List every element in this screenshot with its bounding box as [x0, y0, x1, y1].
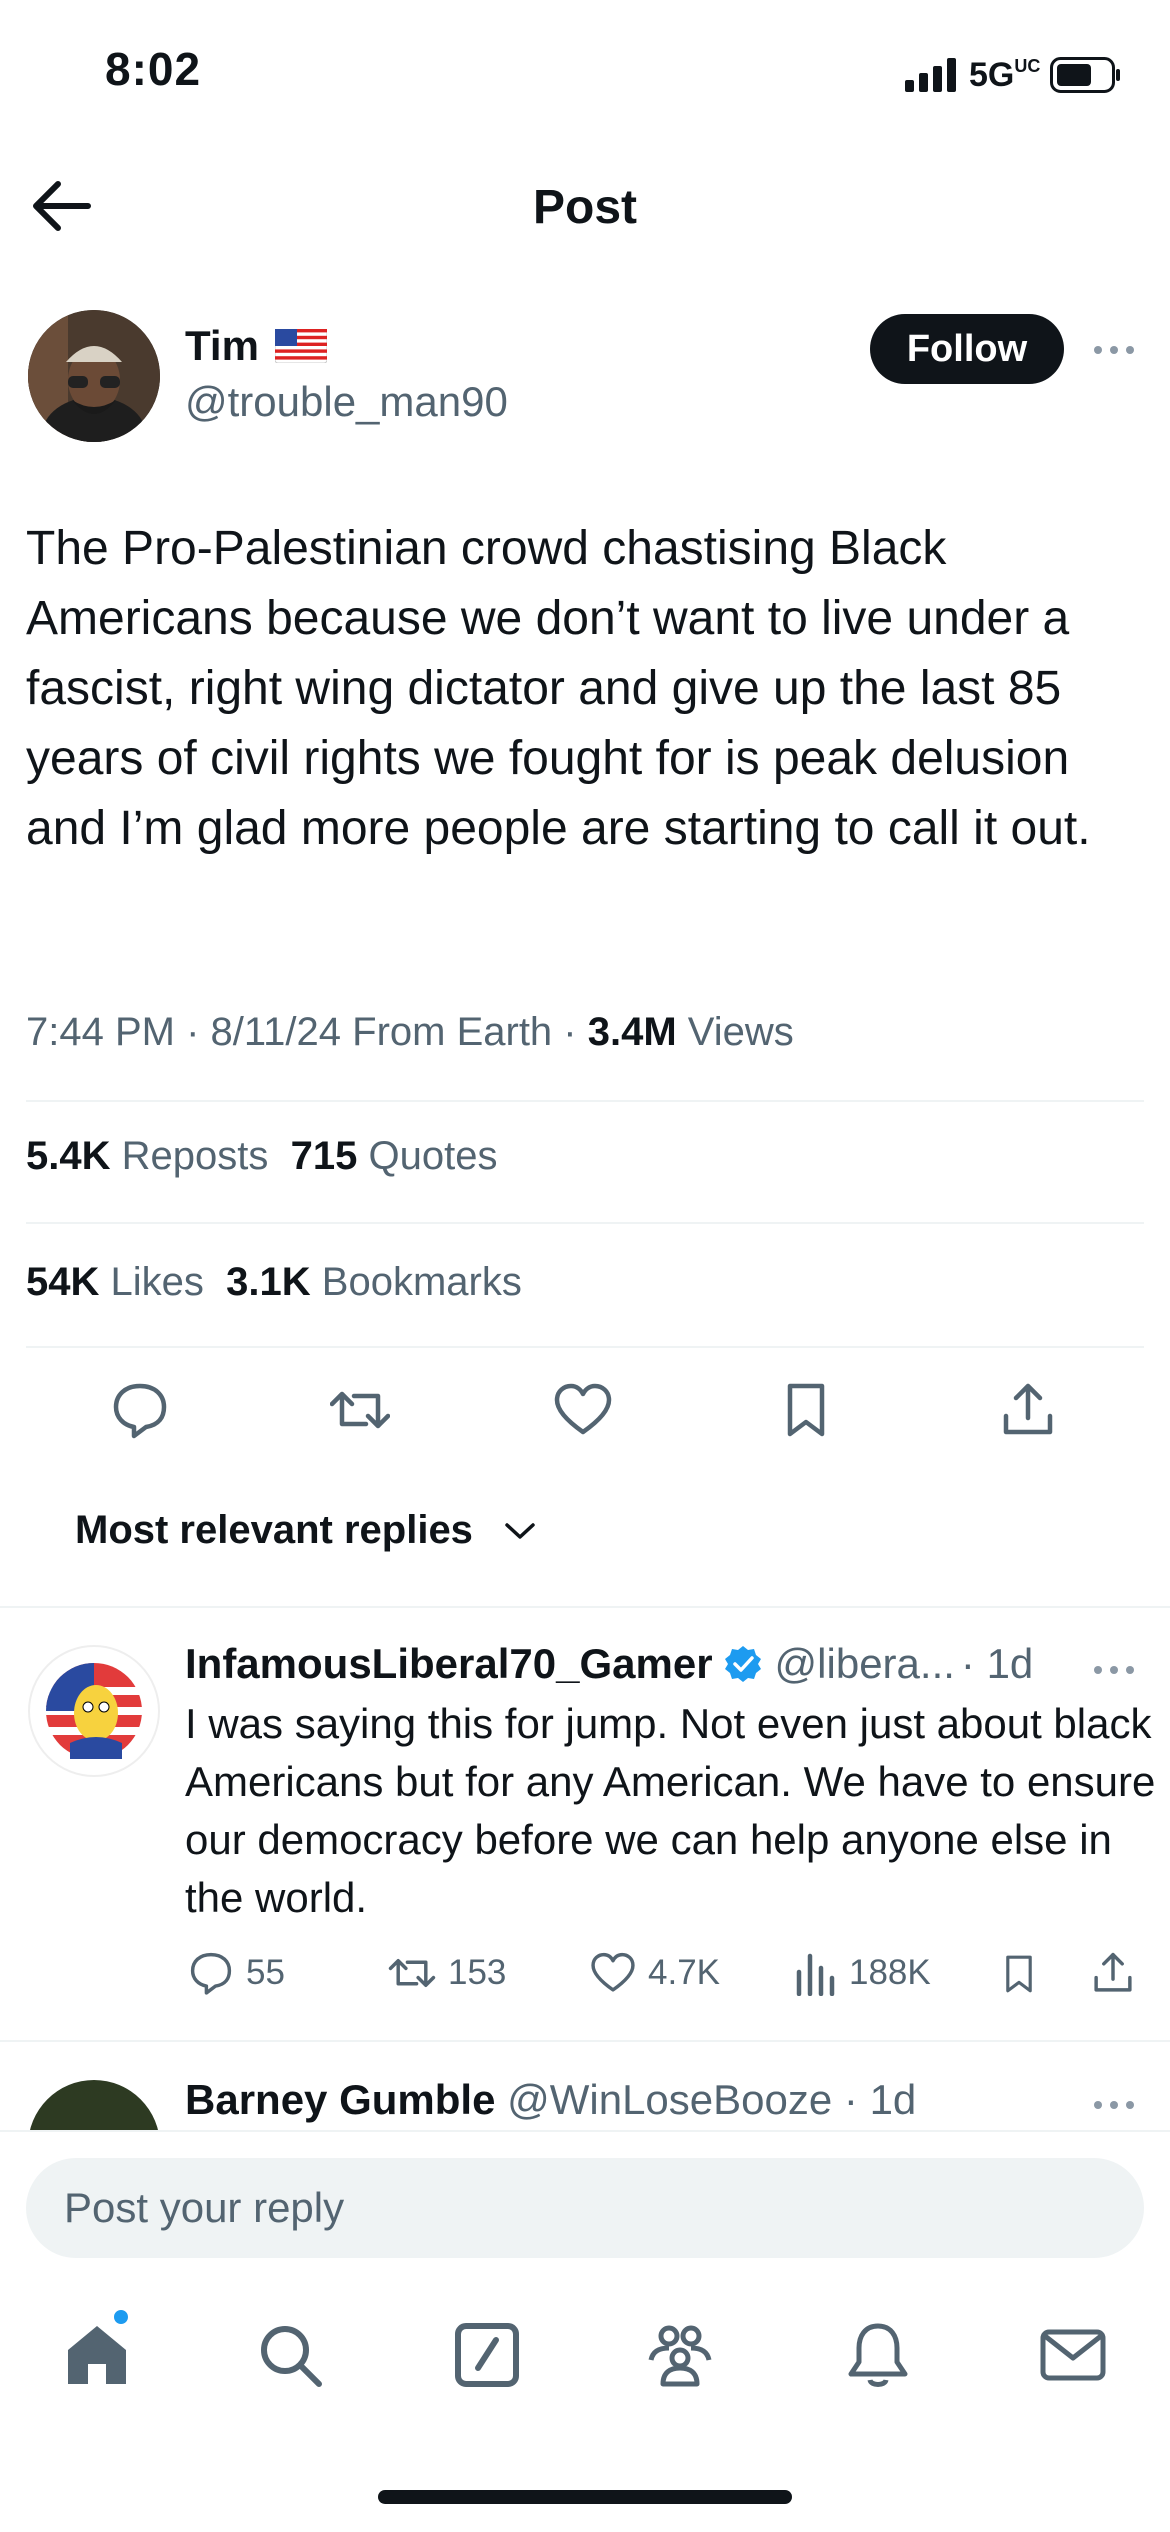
reply-author-name[interactable]: InfamousLiberal70_Gamer — [185, 1640, 713, 1688]
repost-quote-stats[interactable]: 5.4K Reposts 715 Quotes — [26, 1134, 497, 1179]
more-icon[interactable] — [1090, 1655, 1138, 1685]
us-flag-icon — [274, 329, 327, 363]
post-text: The Pro-Palestinian crowd chastising Bla… — [26, 522, 1091, 855]
divider — [26, 1100, 1144, 1102]
signal-icon — [905, 58, 956, 92]
home-indicator[interactable] — [378, 2490, 792, 2504]
reply-author-handle[interactable]: @WinLoseBooze — [507, 2076, 832, 2123]
author-name[interactable]: Tim — [185, 322, 327, 370]
reply-share-button[interactable] — [1090, 1950, 1136, 1996]
reply-age: · 1d — [960, 1640, 1034, 1687]
like-bookmark-stats[interactable]: 54K Likes 3.1K Bookmarks — [26, 1260, 522, 1305]
views-icon — [796, 1953, 835, 1996]
bookmark-icon[interactable] — [776, 1380, 836, 1440]
verified-icon — [724, 1646, 761, 1682]
chevron-down-icon — [505, 1522, 535, 1539]
share-icon[interactable] — [998, 1380, 1058, 1440]
more-icon[interactable] — [1090, 2090, 1138, 2120]
more-icon[interactable] — [1090, 330, 1138, 370]
reply-repost-button[interactable]: 153 — [388, 1950, 506, 1996]
divider — [26, 1222, 1144, 1224]
post-date: 8/11/24 — [210, 1010, 342, 1054]
views-label: Views — [687, 1010, 794, 1054]
like-icon — [591, 1952, 635, 1992]
reply-reply-button[interactable]: 55 — [188, 1950, 285, 1996]
post-time: 7:44 PM — [26, 1010, 175, 1054]
status-indicators: 5GUC — [905, 52, 1122, 98]
post-meta: 7:44 PM · 8/11/24 From Earth · 3.4M View… — [26, 1010, 794, 1054]
author-avatar[interactable] — [28, 310, 160, 442]
views-count: 3.4M — [587, 1010, 677, 1054]
share-icon — [1094, 1952, 1132, 1992]
reply-header: InfamousLiberal70_Gamer @libera... · 1d — [185, 1640, 1033, 1688]
reply-views-button[interactable]: 188K — [795, 1950, 931, 1996]
reply-bookmark-button[interactable] — [998, 1950, 1040, 1998]
network-label: 5GUC — [969, 55, 1041, 94]
replies-sort-dropdown[interactable]: Most relevant replies — [75, 1508, 537, 1553]
new-posts-dot — [112, 2308, 130, 2326]
divider — [26, 1346, 1144, 1348]
author-handle[interactable]: @trouble_man90 — [185, 378, 508, 426]
reply-header: Barney Gumble @WinLoseBooze · 1d — [185, 2076, 916, 2124]
reply-avatar[interactable] — [28, 1645, 160, 1777]
bookmark-icon — [1006, 1955, 1032, 1993]
reply-author-handle[interactable]: @libera... — [775, 1640, 955, 1688]
divider — [0, 2040, 1170, 2042]
reply-age: · 1d — [843, 2076, 917, 2123]
follow-button[interactable]: Follow — [870, 314, 1064, 384]
divider — [0, 1606, 1170, 1608]
like-icon[interactable] — [553, 1380, 613, 1440]
page-title: Post — [532, 181, 637, 234]
reply-composer-input[interactable]: Post your reply — [26, 2158, 1144, 2258]
messages-icon[interactable] — [1038, 2320, 1108, 2390]
reply-text: I was saying this for jump. Not even jus… — [185, 1700, 1156, 1921]
home-icon[interactable] — [62, 2320, 132, 2390]
reply-icon — [190, 1952, 232, 1995]
battery-icon — [1050, 57, 1121, 93]
reply-like-button[interactable]: 4.7K — [590, 1950, 720, 1996]
notifications-icon[interactable] — [843, 2320, 913, 2390]
communities-icon[interactable] — [645, 2320, 715, 2390]
reply-author-name[interactable]: Barney Gumble — [185, 2076, 495, 2123]
repost-icon — [388, 1959, 436, 1987]
repost-icon[interactable] — [330, 1380, 390, 1440]
post-source: From Earth — [352, 1010, 553, 1054]
status-time: 8:02 — [105, 43, 202, 95]
reply-icon[interactable] — [110, 1380, 170, 1440]
compose-icon[interactable] — [452, 2320, 522, 2390]
search-icon[interactable] — [255, 2320, 325, 2390]
